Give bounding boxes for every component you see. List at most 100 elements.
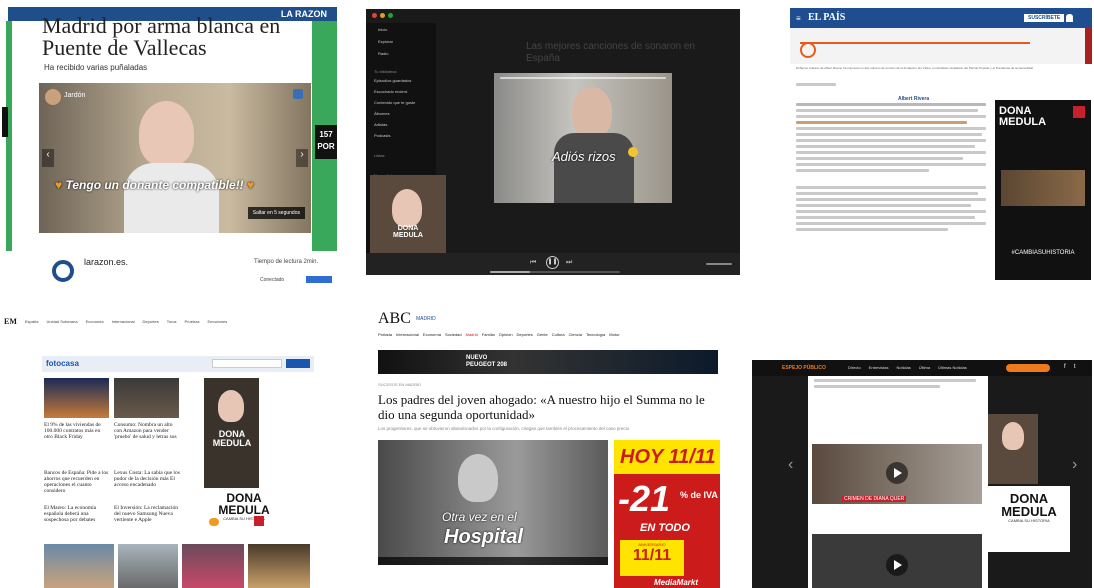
news-headline-5[interactable]: El Mareo: La economía española deberá un… [44,505,110,523]
sidebar-item-artistas[interactable]: Artistas [374,122,387,127]
prev-track-icon[interactable]: ⏮ [530,259,536,267]
skip-ad-button[interactable]: Saltar en 5 segundos [247,207,305,219]
ad-poster[interactable]: DONA MEDULA [204,378,259,488]
nav-item[interactable]: Noticias [896,365,910,370]
nav-item[interactable]: Deportes [517,332,533,337]
bottom-photo-3[interactable] [182,544,244,588]
nav-item[interactable]: Ciencia [569,332,582,337]
byline-name[interactable]: Albert Rivera [898,96,929,102]
sidebar-item-inicio[interactable]: Inicio [378,27,387,32]
sidebar-item-gusta[interactable]: Contenido que te guste [374,100,415,105]
source-logo-icon[interactable] [52,260,74,282]
nav-item[interactable]: Sociedad [445,332,462,337]
bottom-photo-1[interactable] [44,544,114,588]
close-icon[interactable] [293,89,303,99]
abc-logo[interactable]: ABC [378,310,411,328]
max-dot-icon[interactable] [388,13,393,18]
volume-bar[interactable] [706,263,732,265]
news-photo-1[interactable] [44,378,109,418]
news-headline-3[interactable]: Bancos de España: Pide a los ahorros que… [44,470,110,494]
news-photo-2[interactable] [114,378,179,418]
now-playing-cover[interactable]: DONA MEDULA [370,175,446,253]
nav-item[interactable]: Pruebas [185,319,200,324]
fotocasa-logo[interactable]: fotocasa [46,359,79,368]
sidebar-item-radio[interactable]: Radio [378,51,388,56]
nav-item[interactable]: Toros [167,319,177,324]
nav-item[interactable]: Cultura [552,332,565,337]
sidebar-item-podcasts[interactable]: Podcasts [374,133,390,138]
second-video[interactable] [812,534,982,588]
nav-item[interactable]: Motor [609,332,619,337]
close-dot-icon[interactable] [372,13,377,18]
nav-item[interactable]: Opinión [499,332,513,337]
progress-track[interactable] [500,77,666,79]
next-arrow-icon[interactable]: › [296,149,308,167]
play-icon[interactable] [886,462,908,484]
play-icon[interactable] [886,554,908,576]
next-arrow-icon[interactable]: › [1072,456,1077,474]
twitter-icon[interactable]: t [1074,364,1076,370]
nav-item[interactable]: Internacional [112,319,135,324]
nav-item[interactable]: Última [919,365,930,370]
sidebar-item-albumes[interactable]: Álbumes [374,111,390,116]
prev-arrow-icon[interactable]: ‹ [788,456,793,474]
side-ad[interactable]: DONA MEDULA #CAMBIASUHISTORIA [995,100,1091,280]
fotocasa-search-input[interactable] [212,359,282,368]
video-overlay[interactable]: Adiós rizos [494,73,672,203]
bottom-photo-4[interactable] [248,544,310,588]
video-player[interactable]: Jardón ♥ Tengo un donante compatible!! ♥… [39,83,311,233]
body-line-link[interactable] [796,121,967,124]
nav-item[interactable]: Gente [537,332,548,337]
nav-item[interactable]: Familia [482,332,495,337]
video-caption: ♥ Tengo un donante compatible!! ♥ [55,178,254,192]
nav-item[interactable]: Unidad Soberana [46,319,77,324]
prev-arrow-icon[interactable]: ‹ [42,149,54,167]
share-button[interactable] [306,276,332,283]
media-markt-ad[interactable]: HOY 11/11 -21 % de IVA EN TODO ANIVERSAR… [614,440,720,588]
subscribe-button[interactable]: SUSCRÍBETE [1024,14,1065,22]
nav-item[interactable]: Deportes [143,319,159,324]
top-video[interactable] [790,28,1092,64]
sidebar-item-episodios[interactable]: Episodios guardados [374,78,411,83]
news-headline-4[interactable]: Lexus Costa: La sabía que los pudor de l… [114,470,180,488]
nav-item[interactable]: Portada [378,332,392,337]
fotocasa-search-button[interactable] [286,359,310,368]
peugeot-banner[interactable]: NUEVO PEUGEOT 208 [378,350,718,374]
nav-item[interactable]: Internacional [396,332,419,337]
nav-item[interactable]: Economía [86,319,104,324]
sidebar-item-recientes[interactable]: Escuchado recient. [374,89,408,94]
nav-item[interactable]: Tecnología [586,332,605,337]
ad-poster[interactable] [988,414,1038,484]
user-icon[interactable] [1066,14,1073,22]
play-pause-button[interactable]: ❚❚ [546,256,559,269]
nav-item[interactable]: Directo [848,365,861,370]
elpais-logo[interactable]: EL PAÍS [808,12,845,23]
menu-icon[interactable]: ≡ [796,14,801,23]
min-dot-icon[interactable] [380,13,385,18]
header-cta-button[interactable] [1006,364,1050,372]
play-icon[interactable] [800,42,816,58]
main-video[interactable] [812,444,982,504]
sidebar-item-explorar[interactable]: Explorar [378,39,393,44]
body-line [796,169,929,172]
nav-item[interactable]: Economía [423,332,441,337]
nav-item[interactable]: Últimas Noticias [938,365,967,370]
news-headline-6[interactable]: El Inversión: La reclamación del nuevo S… [114,505,180,523]
em-logo[interactable]: EM [4,317,17,326]
show-logo[interactable]: ESPEJO PÚBLICO [782,365,826,371]
nav-item[interactable]: España [25,319,39,324]
news-headline-1[interactable]: El 9% de las viviendas de 100.000 contra… [44,422,110,440]
source-name[interactable]: larazon.es. [84,257,128,267]
video-player[interactable]: Otra vez en el Hospital [378,440,608,565]
sidebar-item-biblioteca[interactable]: Tu biblioteca [374,69,397,74]
nav-item[interactable]: Madrid [466,332,478,337]
bottom-photo-2[interactable] [118,544,178,588]
tile-player-app: Inicio Explorar Radio Tu biblioteca Epis… [366,9,740,275]
news-headline-2[interactable]: Consumo: Nombra un alto con Amazon para … [114,422,180,440]
nav-item[interactable]: Entrevistas [869,365,889,370]
nav-item[interactable]: Emociones [207,319,227,324]
sidebar-item-listas[interactable]: Listas [374,153,384,158]
next-track-icon[interactable]: ⏭ [566,259,572,267]
facebook-icon[interactable]: f [1064,364,1066,370]
abc-city[interactable]: MADRID [416,316,436,322]
